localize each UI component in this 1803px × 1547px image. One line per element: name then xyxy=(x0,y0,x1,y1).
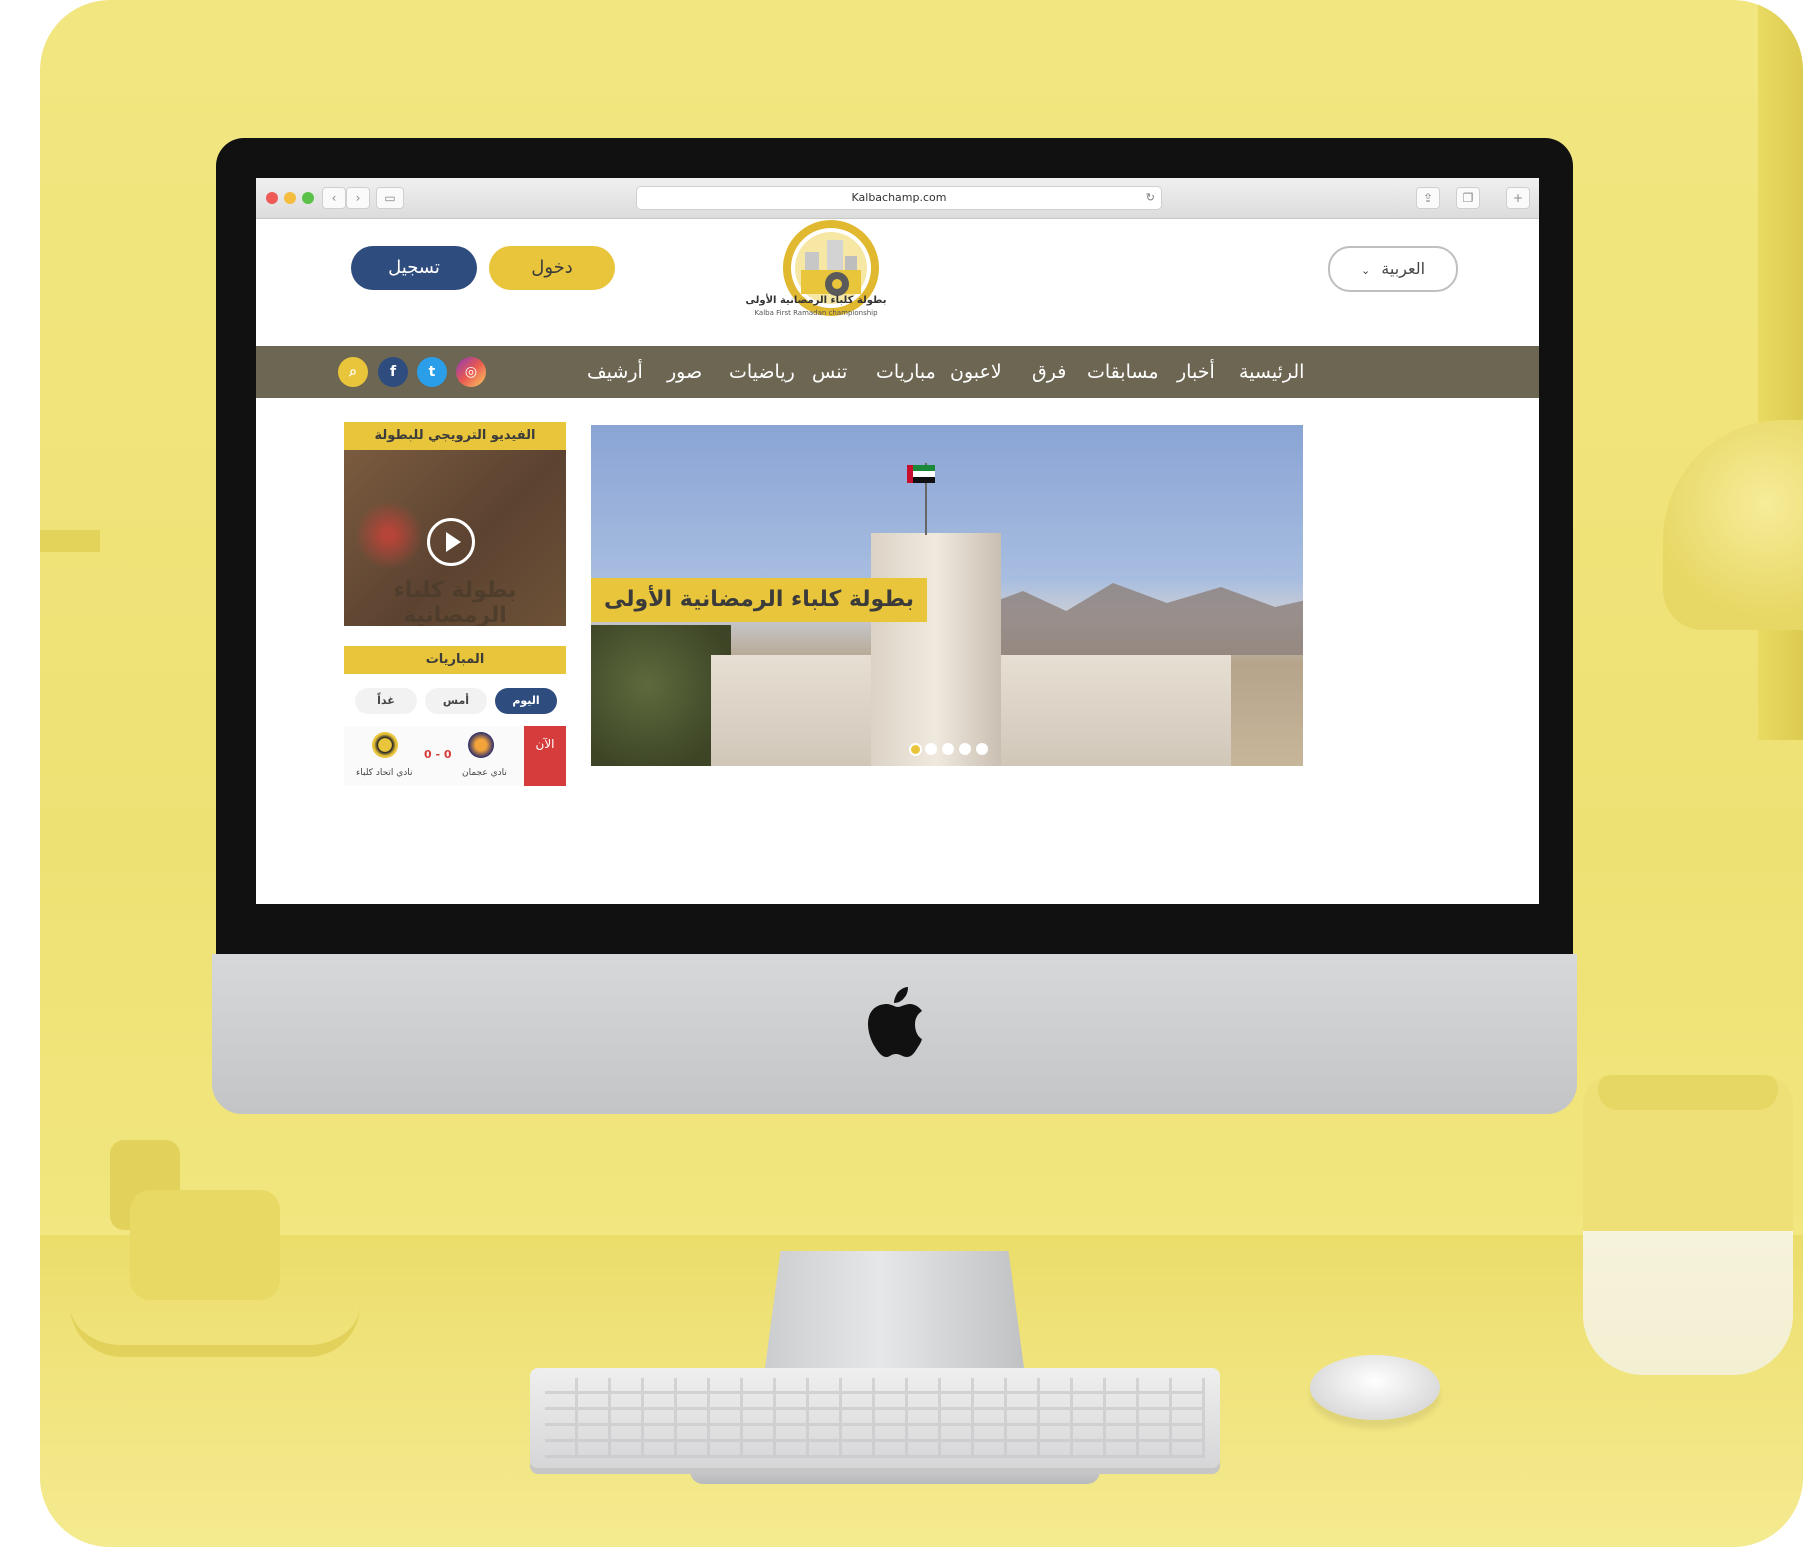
slider-dot-3[interactable] xyxy=(942,743,954,755)
tab-today[interactable]: اليوم xyxy=(495,688,557,714)
home-team-logo xyxy=(468,732,494,758)
slider-dot-2[interactable] xyxy=(925,743,937,755)
search-icon[interactable]: ⌕ xyxy=(338,357,368,387)
promo-video-title: الفيديو الترويجي للبطولة xyxy=(344,422,566,450)
matches-title: المباريات xyxy=(344,646,566,674)
nav-item-news[interactable]: أخبار xyxy=(1177,346,1215,398)
tab-yesterday[interactable]: أمس xyxy=(425,688,487,714)
main-navigation: الرئيسية أخبار مسابقات فرق لاعبون مباريا… xyxy=(256,346,1539,398)
back-button[interactable]: ‹ xyxy=(322,187,346,209)
hero-slider[interactable]: بطولة كلباء الرمضانية الأولى xyxy=(591,425,1303,766)
minimize-window-button[interactable] xyxy=(284,192,296,204)
play-icon[interactable] xyxy=(427,518,475,566)
tab-tomorrow[interactable]: غداً xyxy=(355,688,417,714)
close-window-button[interactable] xyxy=(266,192,278,204)
website-screen: ‹ › ▭ Kalbachamp.com ↻ ⇪ ❐ + تسجيل دخول … xyxy=(256,178,1539,904)
slider-dot-4[interactable] xyxy=(959,743,971,755)
sidebar-toggle-icon[interactable]: ▭ xyxy=(376,187,404,209)
chevron-down-icon: ⌄ xyxy=(1360,264,1371,277)
instagram-icon[interactable]: ◎ xyxy=(456,357,486,387)
reload-icon[interactable]: ↻ xyxy=(1146,187,1155,209)
register-button[interactable]: تسجيل xyxy=(351,246,477,290)
slider-dot-1[interactable] xyxy=(909,743,922,756)
lamp xyxy=(1663,420,1803,630)
language-label: العربية xyxy=(1381,259,1426,278)
nav-item-tennis[interactable]: تنس xyxy=(812,346,847,398)
apple-logo-icon xyxy=(868,987,922,1057)
forward-button[interactable]: › xyxy=(346,187,370,209)
nav-item-matches[interactable]: مباريات xyxy=(876,346,936,398)
keyboard xyxy=(530,1368,1220,1468)
match-row[interactable]: الآن 0 - 0 نادي عجمان نادي اتحاد كلباء xyxy=(344,726,566,786)
logo-title-english: Kalba First Ramadan championship xyxy=(754,309,878,317)
twitter-icon[interactable]: t xyxy=(417,357,447,387)
nav-item-photos[interactable]: صور xyxy=(667,346,702,398)
nav-item-math[interactable]: رياضيات xyxy=(729,346,795,398)
home-team-name: نادي عجمان xyxy=(462,768,507,778)
nav-item-archive[interactable]: أرشيف xyxy=(587,346,643,398)
mouse xyxy=(1310,1355,1440,1420)
uae-flag xyxy=(907,465,935,483)
slider-dot-5[interactable] xyxy=(976,743,988,755)
zoom-window-button[interactable] xyxy=(302,192,314,204)
tabs-overview-icon[interactable]: ❐ xyxy=(1456,187,1480,209)
url-text: Kalbachamp.com xyxy=(851,191,947,204)
nav-item-players[interactable]: لاعبون xyxy=(950,346,1002,398)
promo-video-card: الفيديو الترويجي للبطولة بطولة كلباء الر… xyxy=(344,422,566,628)
facebook-icon[interactable]: f xyxy=(378,357,408,387)
nav-item-home[interactable]: الرئيسية xyxy=(1239,346,1304,398)
slide-caption: بطولة كلباء الرمضانية الأولى xyxy=(591,578,927,622)
nav-item-competitions[interactable]: مسابقات xyxy=(1087,346,1159,398)
away-team-name: نادي اتحاد كلباء xyxy=(356,768,413,778)
login-button[interactable]: دخول xyxy=(489,246,615,290)
match-score: 0 - 0 xyxy=(424,748,452,761)
new-tab-icon[interactable]: + xyxy=(1506,187,1530,209)
promo-video-thumbnail[interactable]: بطولة كلباء الرمضانية xyxy=(344,450,566,626)
matches-card: المباريات اليوم أمس غداً الآن 0 - 0 نادي… xyxy=(344,646,566,846)
browser-toolbar: ‹ › ▭ Kalbachamp.com ↻ ⇪ ❐ + xyxy=(256,178,1539,219)
live-badge: الآن xyxy=(524,726,566,786)
address-bar[interactable]: Kalbachamp.com ↻ xyxy=(636,186,1162,210)
cup xyxy=(1583,1075,1793,1375)
share-icon[interactable]: ⇪ xyxy=(1416,187,1440,209)
nav-item-teams[interactable]: فرق xyxy=(1032,346,1066,398)
logo-title-arabic: بطولة كلباء الرمضانية الأولى xyxy=(745,295,887,306)
away-team-logo xyxy=(372,732,398,758)
language-select[interactable]: ⌄ العربية xyxy=(1328,246,1458,292)
wall-shelf xyxy=(40,530,100,552)
imac-chin xyxy=(212,954,1577,1114)
video-thumb-text: بطولة كلباء الرمضانية xyxy=(393,578,517,626)
rocking-horse-toy xyxy=(70,1130,370,1380)
